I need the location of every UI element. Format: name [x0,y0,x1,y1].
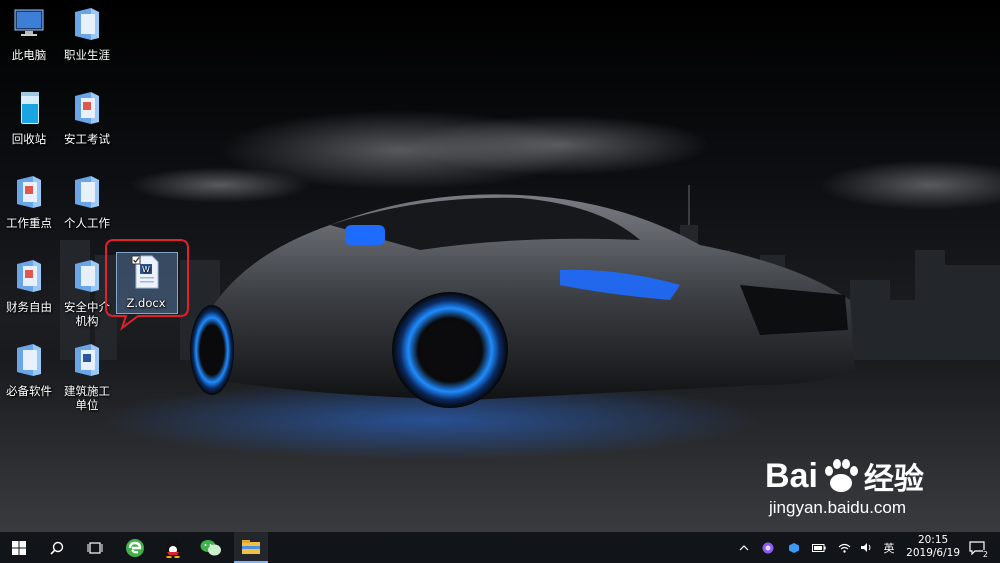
clock[interactable]: 20:15 2019/6/19 [906,534,960,560]
cloud-sync-icon [789,542,799,553]
clock-time: 20:15 [917,534,949,546]
notification-count-badge: 2 [982,550,988,559]
desktop-icon-label: 职业生涯 [64,48,110,62]
search-icon [50,541,64,555]
paw-icon [824,459,858,492]
taskbar-app-browser[interactable] [120,532,150,563]
desktop-icon-folder[interactable]: 必备软件 [0,342,58,398]
tray-app-button[interactable] [786,532,802,563]
baidu-jingyan-watermark: Bai 经验 jingyan.baidu.com [765,454,995,532]
folder-icon [13,342,45,382]
desktop-icon-recycle-bin[interactable]: 回收站 [0,90,58,146]
watermark-brand-right: 经验 [863,462,924,497]
chevron-up-icon [739,544,749,550]
windows-start-icon [12,540,26,555]
task-view-button[interactable] [80,532,110,563]
desktop-icon-folder[interactable]: 工作重点 [0,174,58,230]
notification-center-button[interactable]: 2 [964,532,990,563]
watermark-brand-left: Bai [765,456,818,495]
taskbar-app-wechat[interactable] [196,532,226,563]
desktop-icon-label: 工作重点 [6,216,52,230]
folder-icon [71,90,103,130]
qq-icon [166,538,180,558]
clock-date: 2019/6/19 [906,547,960,559]
desktop-icon-label: 必备软件 [6,384,52,398]
desktop-icon-folder[interactable]: 职业生涯 [58,6,116,62]
taskbar-app-qq[interactable] [158,532,188,563]
task-view-icon [87,541,103,554]
desktop-icon-label: 建筑施工单位 [64,384,110,412]
desktop-icon-label: 个人工作 [64,216,110,230]
battery-icon [812,543,826,552]
folder-icon [71,258,103,298]
recycle-bin-icon [13,90,45,130]
watermark-url: jingyan.baidu.com [769,498,907,517]
desktop-icon-label: 回收站 [11,132,47,146]
folder-icon [71,6,103,46]
assistant-app-icon [762,542,774,553]
input-method-indicator[interactable]: 英 [880,532,898,563]
taskbar-app-file-explorer[interactable] [234,532,268,563]
tray-overflow-button[interactable] [736,532,752,563]
desktop-icon-label: 财务自由 [6,300,52,314]
tray-app-button[interactable] [760,532,776,563]
desktop-icon-folder[interactable]: 财务自由 [0,258,58,314]
folder-icon [13,258,45,298]
this-pc-icon [13,6,45,46]
start-button[interactable] [4,532,34,563]
battery-button[interactable] [810,532,828,563]
wifi-icon [838,543,850,553]
taskbar: 英 20:15 2019/6/19 2 [0,532,1000,563]
desktop-icon-folder[interactable]: 建筑施工单位 [58,342,116,412]
folder-icon [71,174,103,214]
desktop-icon-this-pc[interactable]: 此电脑 [0,6,58,62]
desktop-icon-label: 安工考试 [64,132,110,146]
search-button[interactable] [42,532,72,563]
speaker-icon [860,543,870,552]
desktop-icon-label: 此电脑 [11,48,47,62]
desktop-icon-folder[interactable]: 安工考试 [58,90,116,146]
file-explorer-icon [242,539,260,554]
desktop[interactable]: 此电脑 职业生涯 回收站 安工考试 工作重点 个人工作 财务自由 安全中介机构 … [0,0,1000,532]
folder-icon [13,174,45,214]
folder-icon [71,342,103,382]
annotation-red-callout [105,239,189,331]
wechat-icon [200,539,221,555]
browser-icon [126,538,144,557]
desktop-icon-folder[interactable]: 个人工作 [58,174,116,230]
network-button[interactable] [836,532,852,563]
volume-button[interactable] [858,532,874,563]
